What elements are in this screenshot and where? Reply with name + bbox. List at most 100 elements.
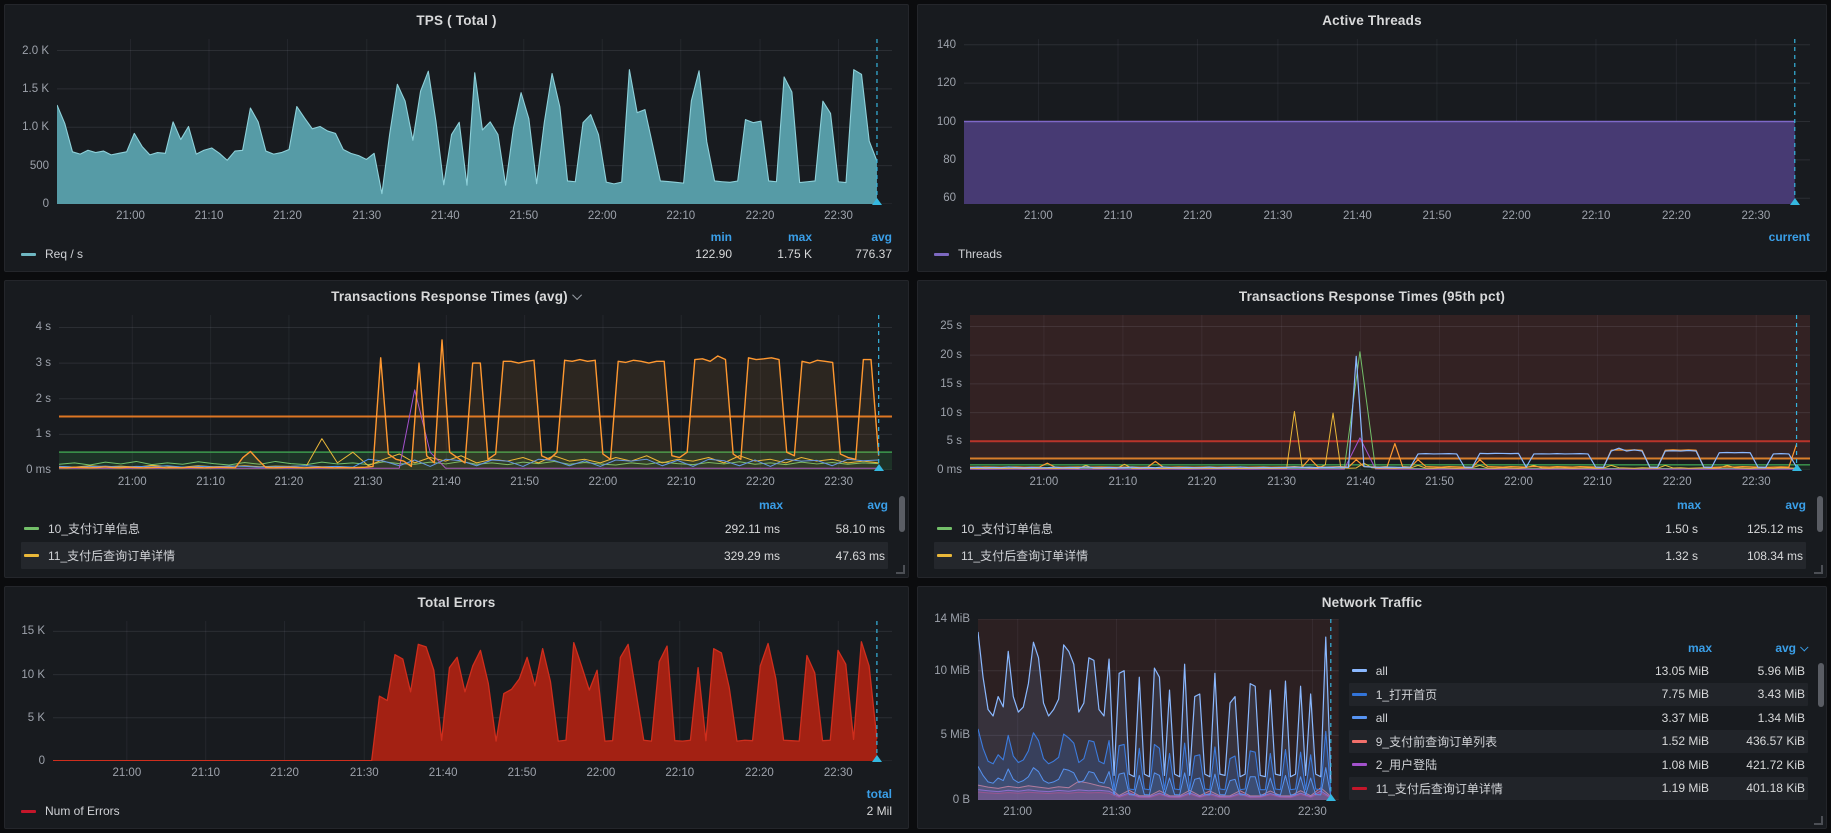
legend-series-num-of-errors[interactable]: Num of Errors [21, 804, 120, 818]
legend-avg-value: 401.18 KiB [1709, 781, 1805, 795]
errors-legend: total Num of Errors 2 Mil [5, 785, 908, 828]
series-color-swatch [1352, 669, 1367, 672]
legend-row: 1_打开首页 7.75 MiB 3.43 MiB [1349, 683, 1808, 707]
legend-series-name[interactable]: 11_支付后查询订单详情 [24, 547, 675, 564]
legend-table-header: max avg [1349, 637, 1808, 659]
legend-series-label: Num of Errors [45, 804, 120, 818]
stat-min-value: 122.90 [652, 247, 732, 261]
legend-header-total[interactable]: total [812, 787, 892, 801]
legend-avg-value: 1.34 MiB [1709, 711, 1805, 725]
legend-max-value: 1.32 s [1593, 549, 1698, 563]
legend-max-value: 7.75 MiB [1613, 687, 1709, 701]
panel-rt-95: Transactions Response Times (95th pct) 0… [917, 280, 1827, 578]
series-color-swatch [1352, 763, 1367, 766]
legend-avg-value: 5.96 MiB [1709, 664, 1805, 678]
legend-max-value: 1.52 MiB [1613, 734, 1709, 748]
series-color-swatch [934, 253, 949, 256]
panel-resize-handle[interactable] [1814, 565, 1823, 574]
series-color-swatch [1352, 693, 1367, 696]
rt-95-chart[interactable]: 0 ms5 s10 s15 s20 s25 s21:0021:1021:2021… [918, 311, 1826, 494]
legend-series-name[interactable]: 11_支付后查询订单详情 [937, 547, 1593, 564]
legend-row: 11_支付后查询订单详情 329.29 ms 47.63 ms [21, 542, 888, 569]
legend-header-min[interactable]: min [652, 230, 732, 244]
panel-tps-title[interactable]: TPS ( Total ) [5, 5, 908, 35]
legend-series-req-s[interactable]: Req / s [21, 247, 83, 261]
legend-avg-value: 436.57 KiB [1709, 734, 1805, 748]
panel-title-text: Active Threads [1322, 13, 1422, 28]
panel-resize-handle[interactable] [1814, 816, 1823, 825]
panel-title-text: Transactions Response Times (95th pct) [1239, 289, 1505, 304]
series-color-swatch [937, 527, 952, 530]
panel-active-threads: Active Threads 608010012014021:0021:1021… [917, 4, 1827, 272]
legend-header-avg[interactable]: avg [783, 498, 888, 512]
tps-legend-row: Req / s 122.90 1.75 K 776.37 [21, 247, 892, 261]
panel-total-errors: Total Errors 05 K10 K15 K21:0021:1021:20… [4, 586, 909, 829]
legend-scrollbar[interactable] [1817, 496, 1823, 532]
legend-table-header: max avg [934, 494, 1806, 515]
legend-header-max[interactable]: max [678, 498, 783, 512]
panel-tps: TPS ( Total ) 05001.0 K1.5 K2.0 K21:0021… [4, 4, 909, 272]
legend-series-name[interactable]: all [1352, 664, 1613, 678]
legend-header-max[interactable]: max [1616, 641, 1712, 655]
series-color-swatch [24, 527, 39, 530]
legend-row: 10_支付订单信息 1.50 s 125.12 ms [934, 515, 1806, 542]
rt-avg-legend: max avg 10_支付订单信息 292.11 ms 58.10 ms 11_… [5, 494, 908, 577]
legend-header-avg[interactable]: avg [812, 230, 892, 244]
legend-max-value: 1.08 MiB [1613, 758, 1709, 772]
stat-avg-value: 776.37 [812, 247, 892, 261]
panel-title-text: Transactions Response Times (avg) [331, 289, 568, 304]
panel-rt-95-title[interactable]: Transactions Response Times (95th pct) [918, 281, 1826, 311]
legend-series-threads[interactable]: Threads [934, 247, 1002, 261]
legend-max-value: 329.29 ms [675, 549, 780, 563]
legend-avg-value: 125.12 ms [1698, 522, 1803, 536]
legend-row: all 13.05 MiB 5.96 MiB [1349, 659, 1808, 683]
legend-header-avg[interactable]: avg [1712, 641, 1808, 655]
legend-header-avg[interactable]: avg [1701, 498, 1806, 512]
legend-scrollbar[interactable] [899, 496, 905, 532]
legend-row: 11_支付后查询订单详情 1.19 MiB 401.18 KiB [1349, 777, 1808, 801]
legend-series-name[interactable]: 9_支付前查询订单列表 [1352, 733, 1613, 750]
series-color-swatch [21, 810, 36, 813]
legend-series-name[interactable]: 2_用户登陆 [1352, 756, 1613, 773]
series-color-swatch [21, 253, 36, 256]
legend-series-label: Threads [958, 247, 1002, 261]
legend-series-name[interactable]: 10_支付订单信息 [24, 520, 675, 537]
legend-header-max[interactable]: max [732, 230, 812, 244]
threads-chart[interactable]: 608010012014021:0021:1021:2021:3021:4021… [918, 35, 1826, 228]
threads-legend-row: Threads [934, 247, 1810, 261]
tps-legend-headers: min max avg [21, 230, 892, 244]
series-color-swatch [1352, 787, 1367, 790]
errors-chart[interactable]: 05 K10 K15 K21:0021:1021:2021:3021:4021:… [5, 617, 908, 785]
legend-header-current[interactable]: current [1730, 230, 1810, 244]
legend-row: 9_支付前查询订单列表 1.52 MiB 436.57 KiB [1349, 730, 1808, 754]
legend-series-name[interactable]: all [1352, 711, 1613, 725]
legend-header-max[interactable]: max [1596, 498, 1701, 512]
rt-avg-chart[interactable]: 0 ms1 s2 s3 s4 s21:0021:1021:2021:3021:4… [5, 311, 908, 494]
legend-series-name[interactable]: 1_打开首页 [1352, 686, 1613, 703]
panel-network-title[interactable]: Network Traffic [918, 587, 1826, 617]
panel-title-text: Network Traffic [1322, 595, 1423, 610]
tps-chart[interactable]: 05001.0 K1.5 K2.0 K21:0021:1021:2021:302… [5, 35, 908, 228]
panel-errors-title[interactable]: Total Errors [5, 587, 908, 617]
legend-max-value: 3.37 MiB [1613, 711, 1709, 725]
legend-avg-value: 3.43 MiB [1709, 687, 1805, 701]
network-chart[interactable]: 0 B5 MiB10 MiB14 MiB21:0021:3022:0022:30 [918, 617, 1345, 824]
sort-descending-icon [1800, 643, 1808, 651]
threads-legend-headers: current [934, 230, 1810, 244]
stat-total-value: 2 Mil [812, 804, 892, 818]
errors-legend-headers: total [21, 787, 892, 801]
panel-resize-handle[interactable] [896, 565, 905, 574]
legend-series-name[interactable]: 11_支付后查询订单详情 [1352, 780, 1613, 797]
grafana-dashboard: TPS ( Total ) 05001.0 K1.5 K2.0 K21:0021… [0, 0, 1831, 833]
panel-network-traffic: Network Traffic 0 B5 MiB10 MiB14 MiB21:0… [917, 586, 1827, 829]
panel-threads-title[interactable]: Active Threads [918, 5, 1826, 35]
panel-rt-avg-title[interactable]: Transactions Response Times (avg) [5, 281, 908, 311]
threads-legend: current Threads [918, 228, 1826, 271]
tps-legend-values: 122.90 1.75 K 776.37 [652, 247, 892, 261]
legend-scrollbar[interactable] [1818, 663, 1824, 707]
panel-rt-avg: Transactions Response Times (avg) 0 ms1 … [4, 280, 909, 578]
legend-series-name[interactable]: 10_支付订单信息 [937, 520, 1593, 537]
legend-row: all 3.37 MiB 1.34 MiB [1349, 706, 1808, 730]
tps-legend: min max avg Req / s 122.90 1.75 K 776.37 [5, 228, 908, 271]
network-chart-area: 0 B5 MiB10 MiB14 MiB21:0021:3022:0022:30 [918, 617, 1345, 828]
